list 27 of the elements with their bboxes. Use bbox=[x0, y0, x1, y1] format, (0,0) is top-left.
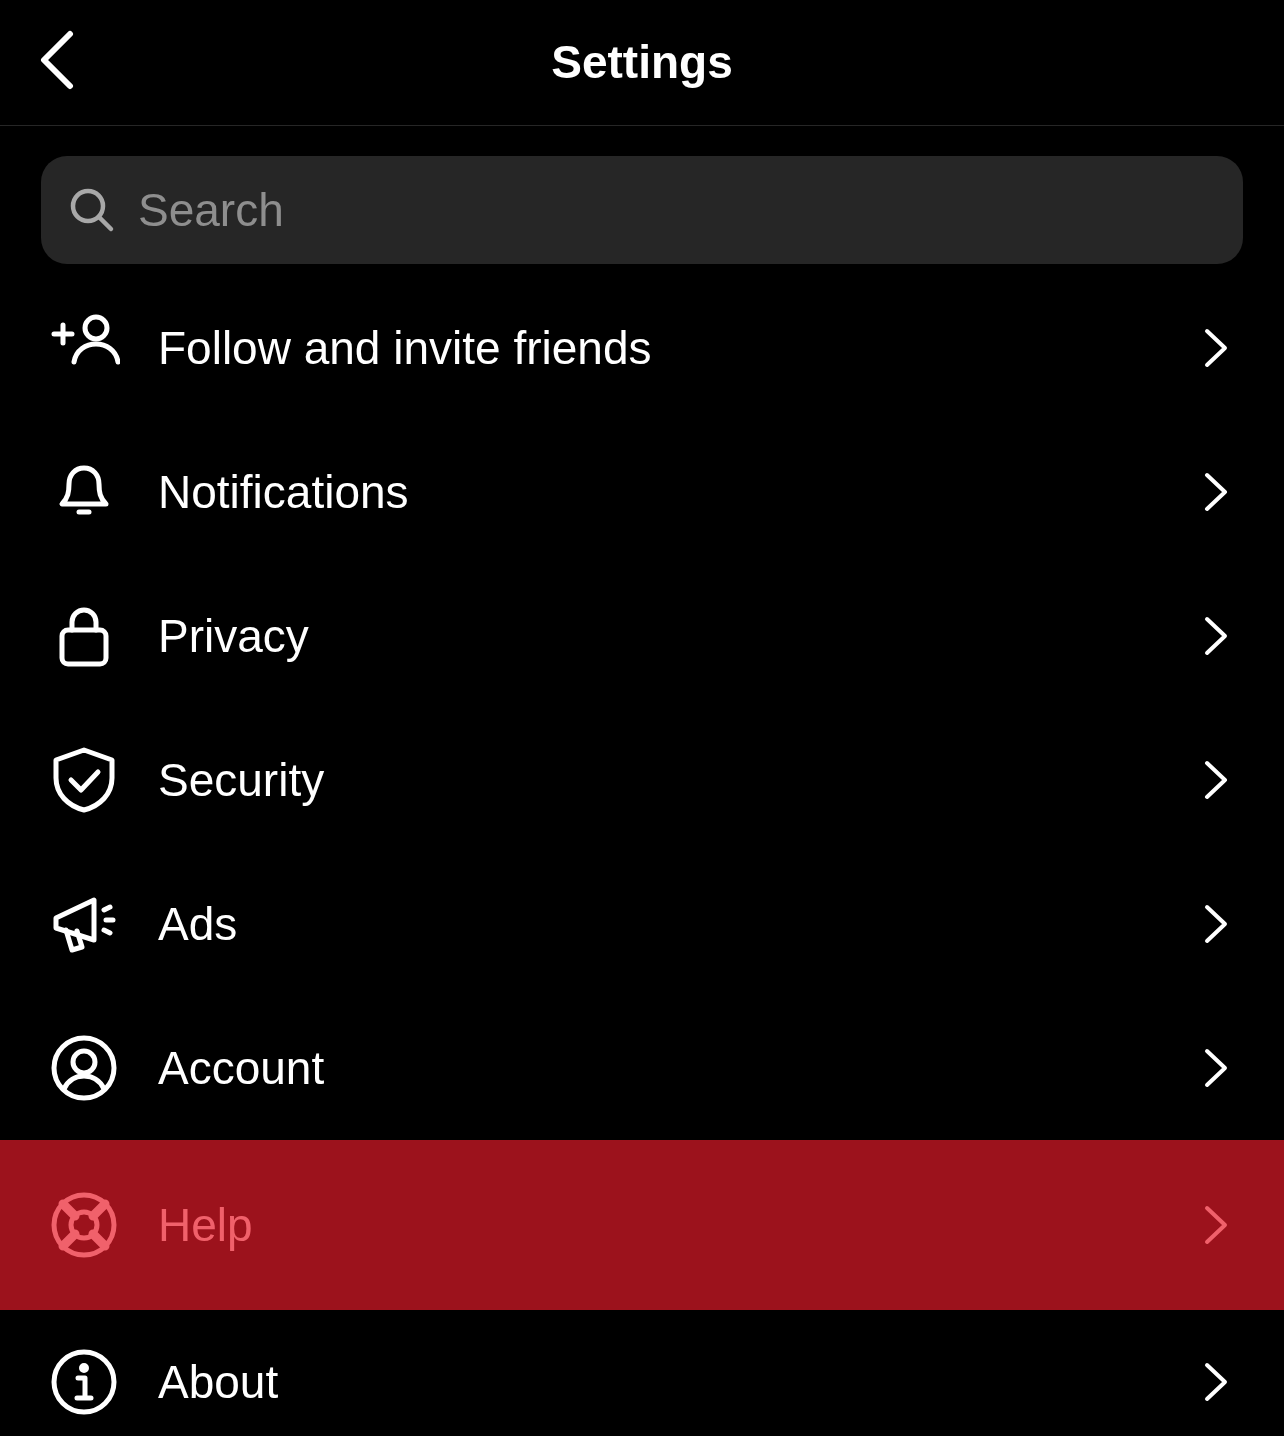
row-label: Privacy bbox=[158, 608, 310, 664]
chevron-icon bbox=[1204, 760, 1228, 800]
search-field[interactable]: Search bbox=[41, 156, 1243, 264]
settings-row[interactable]: Account bbox=[0, 996, 1284, 1140]
chevron-icon bbox=[1204, 1048, 1228, 1088]
settings-row[interactable]: Security bbox=[0, 708, 1284, 852]
chevron-icon bbox=[1204, 1362, 1228, 1402]
row-label: Notifications bbox=[158, 464, 410, 520]
row-label: Security bbox=[158, 752, 326, 808]
settings-row[interactable]: Privacy bbox=[0, 564, 1284, 708]
row-label: Ads bbox=[158, 896, 239, 952]
screen-title: Settings bbox=[551, 35, 733, 90]
row-label: Follow and invite friends bbox=[158, 320, 653, 376]
chevron-icon bbox=[1204, 616, 1228, 656]
chevron-icon bbox=[1204, 1205, 1228, 1245]
chevron-icon bbox=[1204, 328, 1228, 368]
settings-row[interactable]: About bbox=[0, 1310, 1284, 1436]
settings-row[interactable]: Ads bbox=[0, 852, 1284, 996]
row-label: Help bbox=[158, 1197, 254, 1253]
row-label: About bbox=[158, 1354, 280, 1410]
chevron-icon bbox=[1204, 472, 1228, 512]
chevron-icon bbox=[1204, 904, 1228, 944]
search-icon bbox=[69, 187, 115, 233]
settings-row[interactable]: Notifications bbox=[0, 420, 1284, 564]
row-label: Account bbox=[158, 1040, 326, 1096]
back-icon bbox=[38, 30, 74, 90]
settings-row[interactable]: Follow and invite friends bbox=[0, 276, 1284, 420]
